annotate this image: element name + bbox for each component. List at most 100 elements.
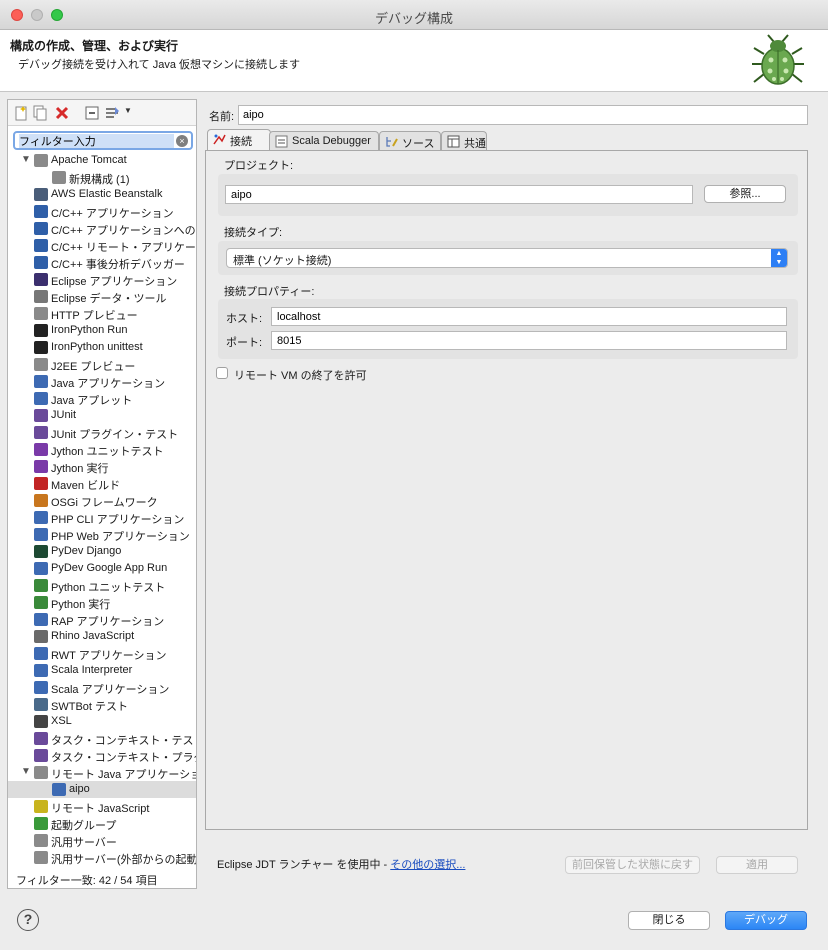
tree-item[interactable]: Eclipse データ・ツール [8,288,196,305]
tree-item[interactable]: Jython 実行 [8,458,196,475]
port-input[interactable] [271,331,787,350]
tree-child-item[interactable]: aipo [8,781,196,798]
tree-item[interactable]: AWS Elastic Beanstalk [8,186,196,203]
host-input[interactable] [271,307,787,326]
tree-item[interactable]: JUnit [8,407,196,424]
tree-item-label: 汎用サーバー [51,837,117,849]
common-icon [447,135,460,148]
tree-item[interactable]: C/C++ アプリケーション [8,203,196,220]
tree-item[interactable]: タスク・コンテキスト・プラグ [8,747,196,764]
host-label: ホスト: [226,313,263,325]
filter-menu-chevron-icon[interactable]: ▼ [124,106,132,115]
tree-item[interactable]: ▼ Apache Tomcat [8,152,196,169]
scala-app-icon [34,681,48,694]
tree-item[interactable]: IronPython Run [8,322,196,339]
ironpython-unittest-icon [34,341,48,354]
tree-item-label: J2EE プレビュー [51,361,136,373]
tree-item[interactable]: C/C++ リモート・アプリケー: [8,237,196,254]
tree-item[interactable]: PHP CLI アプリケーション [8,509,196,526]
c-app-icon [34,205,48,218]
tree-item[interactable]: Scala Interpreter [8,662,196,679]
tree-item[interactable]: XSL [8,713,196,730]
tree-item[interactable]: Python 実行 [8,594,196,611]
connect-tab-body: プロジェクト: 参照... 接続タイプ: 標準 (ソケット接続) ▲▼ 接続プロ… [205,150,808,830]
tree-item[interactable]: Maven ビルド [8,475,196,492]
other-launcher-link[interactable]: その他の選択... [390,859,465,871]
launcher-text: Eclipse JDT ランチャー を使用中 - [217,859,391,871]
delete-config-icon[interactable] [54,105,70,121]
tree-item[interactable]: J2EE プレビュー [8,356,196,373]
close-button[interactable]: 閉じる [628,911,710,930]
tree-item[interactable]: PHP Web アプリケーション [8,526,196,543]
tree-item-label: C/C++ リモート・アプリケー: [51,242,196,254]
rhino-icon [34,630,48,643]
config-name-input[interactable] [238,105,808,125]
help-icon[interactable]: ? [17,909,39,931]
expand-toggle-icon[interactable]: ▼ [21,154,31,165]
tree-item[interactable]: 汎用サーバー [8,832,196,849]
tree-item[interactable]: Python ユニットテスト [8,577,196,594]
tree-item-label: Jython 実行 [51,463,109,475]
debug-button[interactable]: デバッグ [725,911,807,930]
c-remote-icon [34,239,48,252]
tree-item-label: PHP CLI アプリケーション [51,514,185,526]
tree-item[interactable]: Java アプリケーション [8,373,196,390]
tomcat-config-icon [52,171,66,184]
tab-common[interactable]: 共通 [441,131,487,150]
filter-input[interactable] [19,134,174,148]
tree-item[interactable]: RWT アプリケーション [8,645,196,662]
swtbot-icon [34,698,48,711]
tab-scala-debugger[interactable]: Scala Debugger [269,131,379,150]
allow-terminate-checkbox[interactable] [216,367,228,379]
task-context-test-icon [34,732,48,745]
tab-source[interactable]: ソース [379,131,441,150]
tree-item[interactable]: リモート JavaScript [8,798,196,815]
tree-item-label: Python 実行 [51,599,111,611]
php-cli-icon [34,511,48,524]
tab-connect[interactable]: 接続 [207,129,271,151]
collapse-all-icon[interactable] [84,105,100,121]
java-app-icon [34,375,48,388]
new-config-icon[interactable] [13,105,29,121]
xsl-icon [34,715,48,728]
config-tabs: 接続 Scala Debugger ソース 共通 [205,129,808,151]
tree-item[interactable]: Jython ユニットテスト [8,441,196,458]
tree-item[interactable]: OSGi フレームワーク [8,492,196,509]
launch-group-icon [34,817,48,830]
tree-item[interactable]: ▼ リモート Java アプリケーショ [8,764,196,781]
tree-item[interactable]: 汎用サーバー(外部からの起動) [8,849,196,866]
select-chevron-icon: ▲ ▼ [771,249,787,267]
tree-item[interactable]: HTTP プレビュー [8,305,196,322]
duplicate-config-icon[interactable] [32,105,48,121]
tree-item-label: Python ユニットテスト [51,582,166,594]
tree-item[interactable]: SWTBot テスト [8,696,196,713]
expand-toggle-icon[interactable]: ▼ [21,766,31,777]
tree-item[interactable]: PyDev Django [8,543,196,560]
tree-item[interactable]: C/C++ アプリケーションへの接 [8,220,196,237]
tree-item[interactable]: RAP アプリケーション [8,611,196,628]
remote-java-config-icon [52,783,66,796]
tree-item[interactable]: Java アプレット [8,390,196,407]
apply-button[interactable]: 適用 [716,856,798,874]
tree-item-label: Eclipse データ・ツール [51,293,167,305]
filter-field[interactable]: × [13,131,193,150]
tree-item-label: JUnit [51,409,77,421]
filter-settings-icon[interactable] [105,105,121,121]
tree-item[interactable]: タスク・コンテキスト・テスト [8,730,196,747]
connection-properties-label: 接続プロパティー: [224,286,315,298]
tree-item[interactable]: 起動グループ [8,815,196,832]
tree-item[interactable]: Eclipse アプリケーション [8,271,196,288]
tree-child-item[interactable]: 新規構成 (1) [8,169,196,186]
tab-source-label: ソース [402,138,435,150]
tree-item[interactable]: Rhino JavaScript [8,628,196,645]
tree-item[interactable]: PyDev Google App Run [8,560,196,577]
revert-button[interactable]: 前回保管した状態に戻す [565,856,700,874]
tree-item[interactable]: IronPython unittest [8,339,196,356]
tree-item[interactable]: JUnit プラグイン・テスト [8,424,196,441]
tree-item[interactable]: Scala アプリケーション [8,679,196,696]
project-input[interactable] [225,185,693,204]
tree-item[interactable]: C/C++ 事後分析デバッガー [8,254,196,271]
browse-button[interactable]: 参照... [704,185,786,203]
connection-type-select[interactable]: 標準 (ソケット接続) ▲ ▼ [226,248,788,268]
clear-filter-icon[interactable]: × [176,135,188,147]
